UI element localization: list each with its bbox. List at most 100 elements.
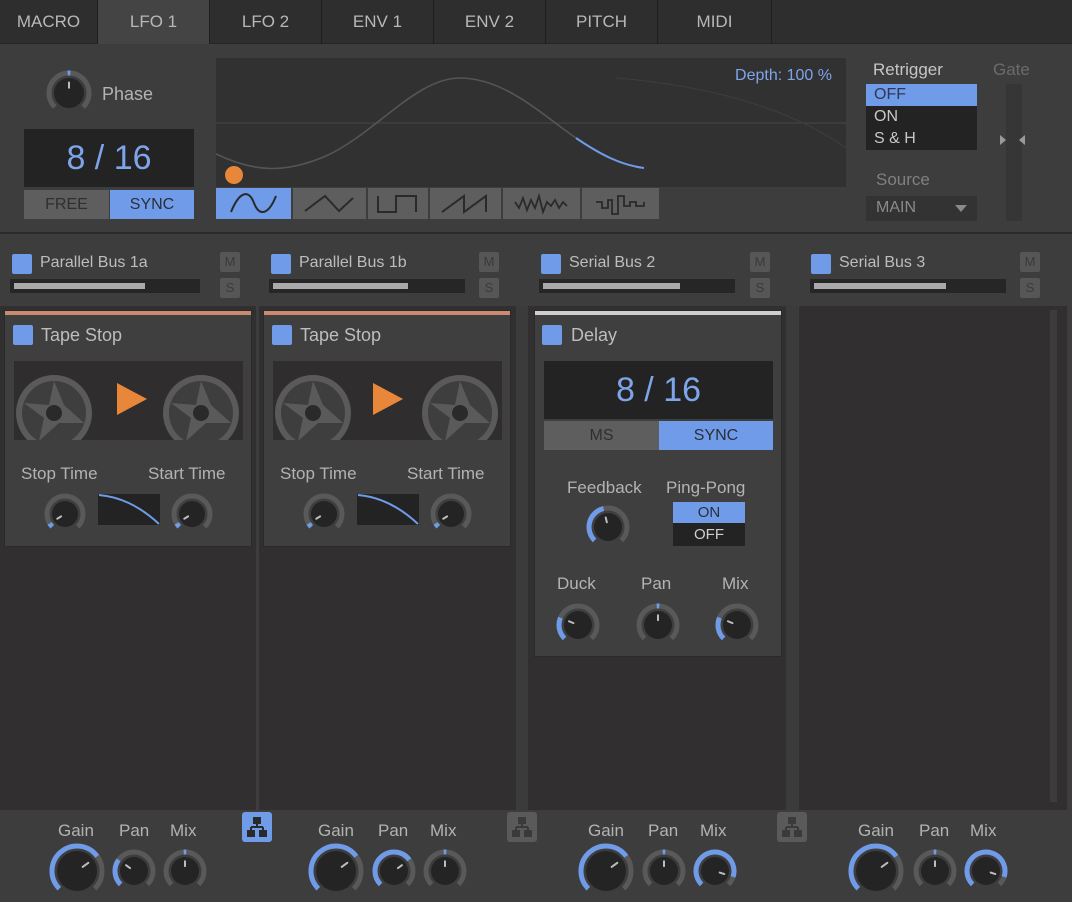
scrollbar[interactable]: [1050, 310, 1057, 802]
retrigger-option-off[interactable]: OFF: [866, 84, 977, 106]
mix-knob[interactable]: [693, 849, 737, 893]
pan-knob[interactable]: [636, 603, 680, 647]
bus-level-meter[interactable]: [269, 279, 465, 293]
knob-value-arc: [174, 522, 182, 529]
shape-square-button[interactable]: [368, 188, 428, 219]
knob-body: [179, 501, 205, 527]
free-button[interactable]: FREE: [24, 190, 109, 219]
routing-button[interactable]: [507, 812, 537, 842]
routing-button[interactable]: [242, 812, 272, 842]
curve-display[interactable]: [357, 494, 419, 525]
lfo-rate-display[interactable]: 8 / 16: [24, 129, 194, 187]
retrigger-option-sh[interactable]: S & H: [866, 128, 977, 150]
ping-pong-on[interactable]: ON: [673, 502, 745, 523]
bus-name: Parallel Bus 1b: [299, 254, 407, 271]
solo-button[interactable]: S: [479, 278, 499, 298]
tab-env1[interactable]: ENV 1: [322, 0, 434, 44]
ping-pong-off[interactable]: OFF: [673, 524, 745, 545]
tab-midi[interactable]: MIDI: [658, 0, 772, 44]
pan-knob[interactable]: [112, 849, 156, 893]
solo-button[interactable]: S: [1020, 278, 1040, 298]
gain-knob[interactable]: [578, 843, 634, 899]
effect-enable-checkbox[interactable]: [542, 325, 562, 345]
tab-lfo2[interactable]: LFO 2: [210, 0, 322, 44]
mix-label: Mix: [430, 821, 457, 840]
delay-time-display[interactable]: 8 / 16: [544, 361, 773, 419]
knob-body: [311, 501, 337, 527]
gain-knob[interactable]: [308, 843, 364, 899]
knob-body: [701, 857, 729, 885]
routing-button[interactable]: [777, 812, 807, 842]
knob-indicator: [604, 516, 608, 524]
noise-wave-icon: [514, 192, 568, 215]
shape-sample-hold-button[interactable]: [582, 188, 659, 219]
mix-knob[interactable]: [964, 849, 1008, 893]
mix-knob[interactable]: [163, 849, 207, 893]
panel-accent-bar: [264, 311, 510, 315]
start-time-label: Start Time: [148, 464, 226, 483]
play-icon: [373, 383, 403, 415]
stop-time-knob[interactable]: [303, 493, 345, 535]
bus-enable-checkbox[interactable]: [12, 254, 32, 274]
tab-macro[interactable]: MACRO: [0, 0, 98, 44]
bus-level-meter[interactable]: [810, 279, 1006, 293]
panel-accent-bar: [5, 311, 251, 315]
mix-knob[interactable]: [423, 849, 467, 893]
tape-reels-icon: [16, 375, 239, 440]
mute-button[interactable]: M: [1020, 252, 1040, 272]
curve-display[interactable]: [98, 494, 160, 525]
lfo-waveform-display[interactable]: Depth: 100 %: [216, 58, 846, 187]
delay-panel: Delay 8 / 16 MS SYNC Feedback Ping-Pong …: [534, 310, 782, 657]
bus-enable-checkbox[interactable]: [271, 254, 291, 274]
effect-enable-checkbox[interactable]: [272, 325, 292, 345]
mute-button[interactable]: M: [479, 252, 499, 272]
gate-slider[interactable]: [1000, 84, 1025, 221]
pan-label: Pan: [648, 821, 679, 840]
bus-level-meter[interactable]: [10, 279, 200, 293]
bus-enable-checkbox[interactable]: [811, 254, 831, 274]
knob-value-arc: [556, 616, 567, 641]
solo-button[interactable]: S: [220, 278, 240, 298]
phase-knob[interactable]: [46, 70, 92, 116]
tab-lfo1[interactable]: LFO 1: [98, 0, 210, 44]
tab-env2[interactable]: ENV 2: [434, 0, 546, 44]
mute-button[interactable]: M: [220, 252, 240, 272]
bus-enable-checkbox[interactable]: [541, 254, 561, 274]
gate-handle-right-icon: [1019, 135, 1025, 145]
source-dropdown[interactable]: MAIN: [866, 196, 977, 221]
retrigger-option-on[interactable]: ON: [866, 106, 977, 128]
bus-header-3: Serial Bus 3 M S: [800, 236, 1072, 306]
effect-title: Tape Stop: [41, 325, 123, 345]
pan-knob[interactable]: [372, 849, 416, 893]
stop-time-knob[interactable]: [44, 493, 86, 535]
tape-stop-panel-2: Tape Stop Stop Time Start Time: [263, 310, 511, 547]
pan-knob[interactable]: [642, 849, 686, 893]
sync-button[interactable]: SYNC: [659, 421, 773, 450]
gain-label: Gain: [588, 821, 624, 840]
feedback-knob[interactable]: [586, 505, 630, 549]
effect-enable-checkbox[interactable]: [13, 325, 33, 345]
start-time-knob[interactable]: [430, 493, 472, 535]
tab-pitch[interactable]: PITCH: [546, 0, 658, 44]
solo-button[interactable]: S: [750, 278, 770, 298]
start-time-knob[interactable]: [171, 493, 213, 535]
knob-body: [52, 501, 78, 527]
mix-knob[interactable]: [715, 603, 759, 647]
lfo-wave-ghost-path: [615, 77, 846, 149]
bus-level-meter[interactable]: [539, 279, 735, 293]
shape-sine-button[interactable]: [216, 188, 291, 219]
sync-button[interactable]: SYNC: [110, 190, 194, 219]
meter-fill: [543, 283, 681, 289]
shape-saw-button[interactable]: [430, 188, 501, 219]
gain-knob[interactable]: [848, 843, 904, 899]
gain-knob[interactable]: [49, 843, 105, 899]
pan-knob[interactable]: [913, 849, 957, 893]
shape-noise-button[interactable]: [503, 188, 580, 219]
shape-triangle-button[interactable]: [293, 188, 366, 219]
lfo-playhead-dot[interactable]: [225, 166, 243, 184]
mute-button[interactable]: M: [750, 252, 770, 272]
duck-knob[interactable]: [556, 603, 600, 647]
ms-button[interactable]: MS: [544, 421, 659, 450]
retrigger-list: OFF ON S & H: [866, 84, 977, 150]
knob-value-arc: [112, 858, 123, 887]
